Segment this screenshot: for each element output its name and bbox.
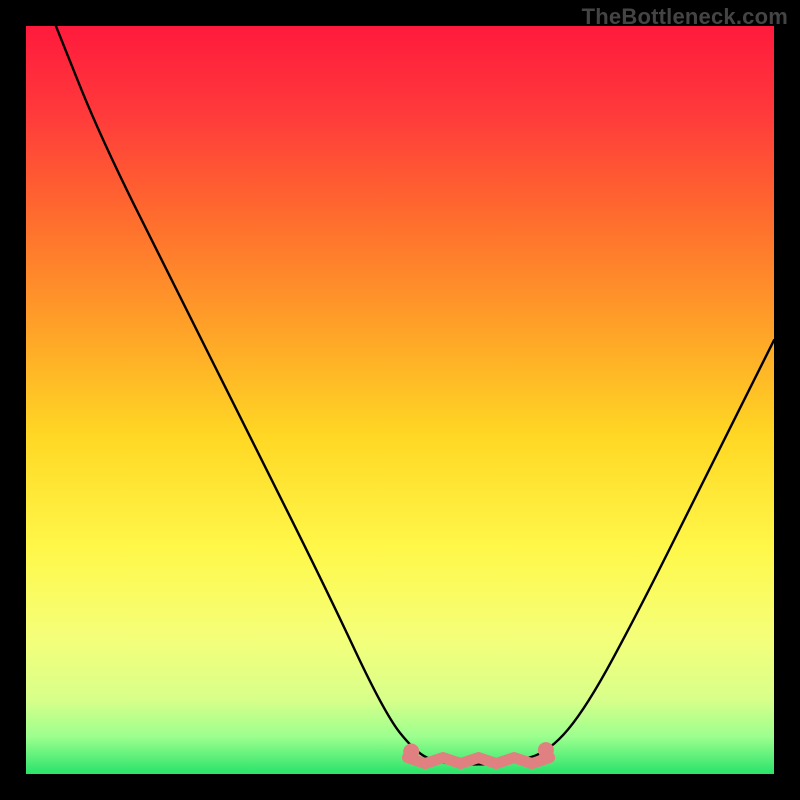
optimal-band-line bbox=[407, 758, 549, 764]
optimal-band-endpoint_left bbox=[403, 744, 419, 760]
gradient-background bbox=[26, 26, 774, 774]
watermark-text: TheBottleneck.com bbox=[582, 4, 788, 30]
chart-frame: TheBottleneck.com bbox=[0, 0, 800, 800]
chart-plot-area bbox=[26, 26, 774, 774]
bottleneck-chart bbox=[26, 26, 774, 774]
optimal-band-endpoint_right bbox=[538, 742, 554, 758]
